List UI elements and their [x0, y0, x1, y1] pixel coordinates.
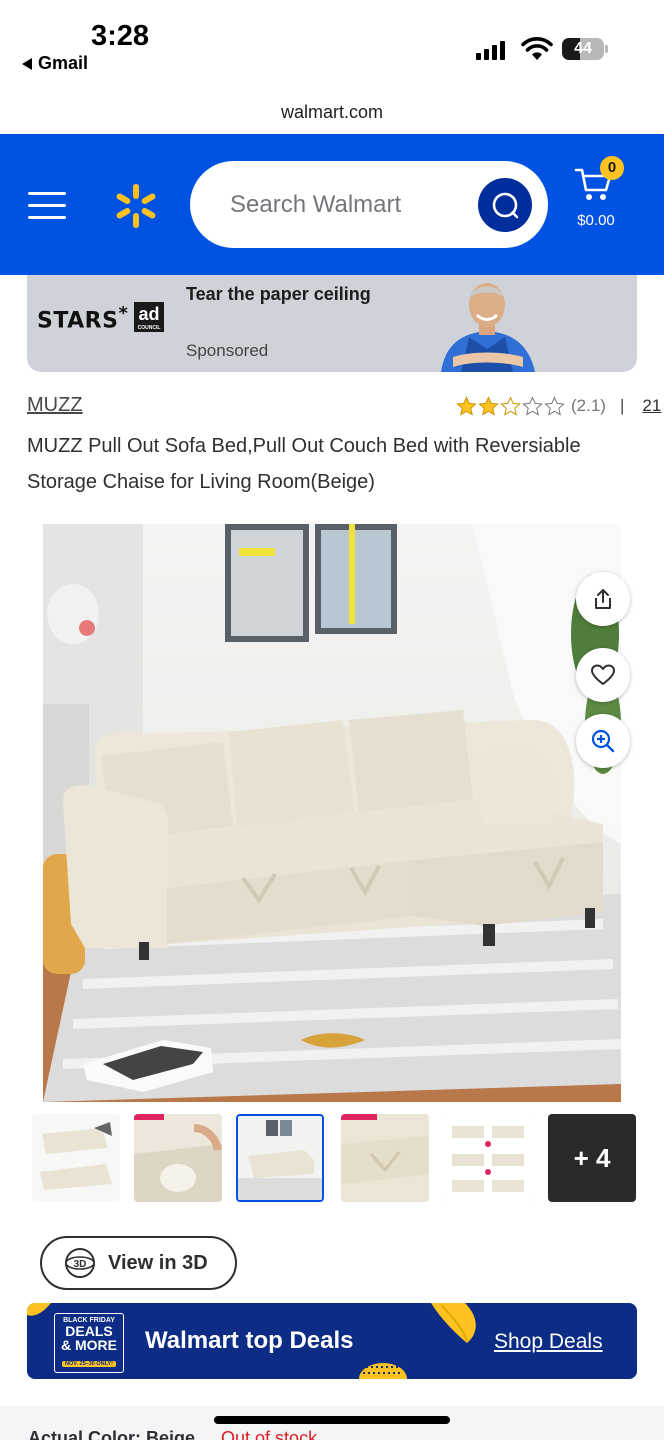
sponsored-ad-banner[interactable]: STARS* ad COUNCIL Tear the paper ceiling…	[27, 275, 637, 372]
zoom-button[interactable]	[576, 714, 630, 768]
cellular-signal-icon	[476, 40, 505, 60]
walmart-spark-logo[interactable]	[112, 182, 160, 230]
3d-cube-icon: 3D	[65, 1248, 95, 1278]
thumbnail[interactable]	[341, 1114, 429, 1202]
ad-person-image	[441, 283, 535, 372]
battery-cap	[605, 45, 608, 53]
status-bar: 3:28 Gmail 44	[0, 0, 664, 88]
home-indicator[interactable]	[214, 1416, 450, 1424]
thumbnail[interactable]	[134, 1114, 222, 1202]
view-in-3d-label: View in 3D	[108, 1251, 208, 1274]
thumbnail[interactable]	[444, 1114, 532, 1202]
deals-title: Walmart top Deals	[145, 1327, 354, 1354]
stars-logo: STARS*	[37, 303, 129, 334]
wifi-icon	[521, 37, 553, 60]
more-images-button[interactable]: + 4	[548, 1114, 636, 1202]
back-to-app-link[interactable]: Gmail	[22, 53, 88, 74]
back-arrow-icon	[22, 57, 32, 70]
deals-banner[interactable]: BLACK FRIDAY DEALS & MORE NOV. 25–30 ONL…	[27, 1303, 637, 1379]
star-icon	[456, 395, 477, 416]
site-header: 0 $0.00	[0, 134, 664, 275]
heart-icon	[591, 664, 615, 685]
sponsored-label: Sponsored	[186, 341, 269, 360]
rating-separator: |	[619, 396, 625, 415]
thumbnail-selected[interactable]	[236, 1114, 324, 1202]
shop-deals-link[interactable]: Shop Deals	[494, 1330, 603, 1354]
product-main-image[interactable]	[43, 524, 621, 1102]
svg-text:3D: 3D	[74, 1259, 87, 1270]
cart-button[interactable]: 0 $0.00	[572, 156, 634, 258]
product-rating[interactable]: (2.1) | 21	[456, 393, 661, 419]
browser-url[interactable]: walmart.com	[0, 95, 664, 129]
star-icon	[544, 395, 565, 416]
search-bar	[190, 161, 548, 248]
ad-council-logo: ad COUNCIL	[134, 302, 164, 332]
cart-total: $0.00	[577, 212, 615, 229]
black-friday-badge: BLACK FRIDAY DEALS & MORE NOV. 25–30 ONL…	[54, 1313, 124, 1373]
search-button[interactable]	[478, 178, 532, 232]
product-title: MUZZ Pull Out Sofa Bed,Pull Out Couch Be…	[27, 435, 581, 493]
ad-headline: Tear the paper ceiling	[186, 284, 371, 304]
rating-value: (2.1)	[571, 396, 606, 415]
review-count-link[interactable]: 21	[642, 396, 661, 416]
star-icon	[478, 395, 499, 416]
zoom-in-icon	[591, 729, 615, 753]
thumbnail-strip: + 4	[30, 1114, 640, 1202]
search-icon	[492, 192, 519, 219]
rating-stars	[456, 395, 565, 417]
favorite-button[interactable]	[576, 648, 630, 702]
menu-button[interactable]	[28, 192, 66, 220]
cart-count-badge: 0	[600, 156, 624, 180]
search-input[interactable]	[230, 183, 470, 227]
sofa-photo	[43, 524, 621, 1102]
star-icon	[500, 395, 521, 416]
share-button[interactable]	[576, 572, 630, 626]
color-selection-peek: Actual Color: Beige Out of stock	[28, 1428, 318, 1440]
thumbnail[interactable]	[32, 1114, 120, 1202]
product-brand-link[interactable]: MUZZ	[27, 394, 83, 417]
back-app-label: Gmail	[38, 53, 89, 73]
battery-icon: 44	[562, 38, 604, 60]
view-in-3d-button[interactable]: 3D View in 3D	[40, 1236, 237, 1290]
status-time: 3:28	[91, 20, 150, 52]
share-icon	[595, 589, 611, 609]
star-icon	[522, 395, 543, 416]
battery-percent: 44	[574, 40, 592, 57]
